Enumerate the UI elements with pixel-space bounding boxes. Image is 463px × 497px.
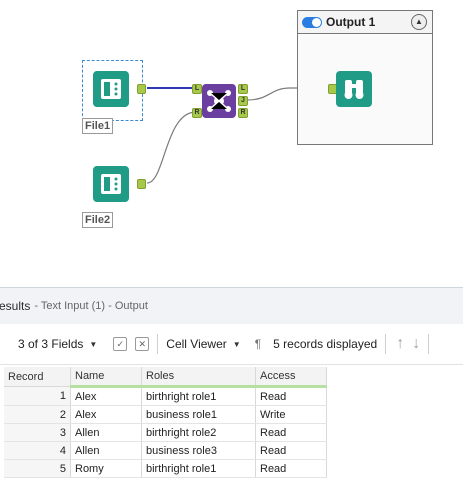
file1-label: File1 [82, 118, 114, 134]
join-icon [202, 84, 236, 118]
join-left-output-anchor[interactable]: L [238, 84, 248, 94]
results-toolbar: 3 of 3 Fields ▼ ✓ ✕ Cell Viewer ▼ ¶ 5 re… [0, 324, 463, 365]
toolbar-divider [428, 334, 430, 354]
access-cell[interactable]: Read [255, 386, 327, 406]
viewer-label: Cell Viewer [166, 337, 227, 351]
records-count: 5 records displayed [273, 337, 378, 351]
results-grid: Record Name Roles Access 1 Alex birthrig… [4, 367, 327, 478]
name-cell[interactable]: Alex [70, 386, 142, 406]
name-cell[interactable]: Allen [70, 423, 142, 442]
toolbar-divider [157, 334, 159, 354]
file2-label: File2 [82, 212, 114, 228]
access-cell[interactable]: Read [255, 423, 327, 442]
column-header-record[interactable]: Record [4, 367, 71, 387]
roles-cell[interactable]: birthright role2 [141, 423, 256, 442]
arrow-up-icon[interactable]: ↑ [396, 335, 404, 353]
grid-header-row: Record Name Roles Access [4, 367, 327, 388]
file2-output-anchor[interactable] [137, 179, 146, 189]
access-cell[interactable]: Read [255, 441, 327, 460]
arrow-down-icon[interactable]: ↓ [412, 335, 420, 353]
join-joined-output-anchor[interactable]: J [238, 96, 248, 106]
results-title: esults [0, 299, 31, 313]
pilcrow-icon[interactable]: ¶ [255, 337, 261, 351]
table-row[interactable]: 2 Alex business role1 Write [4, 405, 327, 424]
roles-cell[interactable]: birthright role1 [141, 459, 256, 478]
book-input-icon [93, 166, 129, 202]
caret-down-icon: ▼ [89, 339, 98, 349]
record-cell: 1 [4, 386, 71, 406]
join-tool[interactable] [202, 84, 236, 118]
join-right-output-anchor[interactable]: R [238, 108, 248, 118]
binoculars-icon [336, 71, 372, 107]
access-cell[interactable]: Read [255, 459, 327, 478]
toolbar-divider [385, 334, 387, 354]
book-input-icon [93, 71, 129, 107]
record-cell: 4 [4, 441, 71, 460]
chevron-up-icon[interactable]: ▲ [411, 14, 427, 30]
name-cell[interactable]: Alex [70, 405, 142, 424]
file1-output-anchor[interactable] [137, 84, 146, 94]
container-toggle[interactable] [302, 16, 322, 28]
record-cell: 2 [4, 405, 71, 424]
roles-cell[interactable]: business role1 [141, 405, 256, 424]
output-container-title: Output 1 [326, 15, 376, 29]
close-square-icon[interactable]: ✕ [135, 337, 150, 351]
workflow-canvas[interactable]: File1 File2 L R L J R Output 1 ▲ [0, 0, 463, 286]
column-header-name[interactable]: Name [70, 367, 142, 388]
column-header-access[interactable]: Access [255, 367, 327, 388]
column-header-roles[interactable]: Roles [141, 367, 256, 388]
output-container-header: Output 1 ▲ [298, 11, 432, 34]
roles-cell[interactable]: business role3 [141, 441, 256, 460]
table-row[interactable]: 1 Alex birthright role1 Read [4, 386, 327, 406]
table-row[interactable]: 3 Allen birthright role2 Read [4, 423, 327, 442]
caret-down-icon: ▼ [232, 339, 241, 349]
name-cell[interactable]: Allen [70, 441, 142, 460]
access-cell[interactable]: Write [255, 405, 327, 424]
fields-label: 3 of 3 Fields [18, 337, 84, 351]
record-cell: 3 [4, 423, 71, 442]
join-left-input-anchor[interactable]: L [192, 84, 202, 94]
name-cell[interactable]: Romy [70, 459, 142, 478]
checkbox-icon[interactable]: ✓ [113, 337, 128, 351]
fields-dropdown[interactable]: 3 of 3 Fields ▼ [18, 337, 97, 351]
roles-cell[interactable]: birthright role1 [141, 386, 256, 406]
results-subtitle: - Text Input (1) - Output [34, 300, 148, 312]
results-header: esults - Text Input (1) - Output [0, 287, 463, 324]
table-row[interactable]: 4 Allen business role3 Read [4, 441, 327, 460]
viewer-dropdown[interactable]: Cell Viewer ▼ [166, 337, 240, 351]
record-cell: 5 [4, 459, 71, 478]
join-right-input-anchor[interactable]: R [192, 108, 202, 118]
table-row[interactable]: 5 Romy birthright role1 Read [4, 459, 327, 478]
